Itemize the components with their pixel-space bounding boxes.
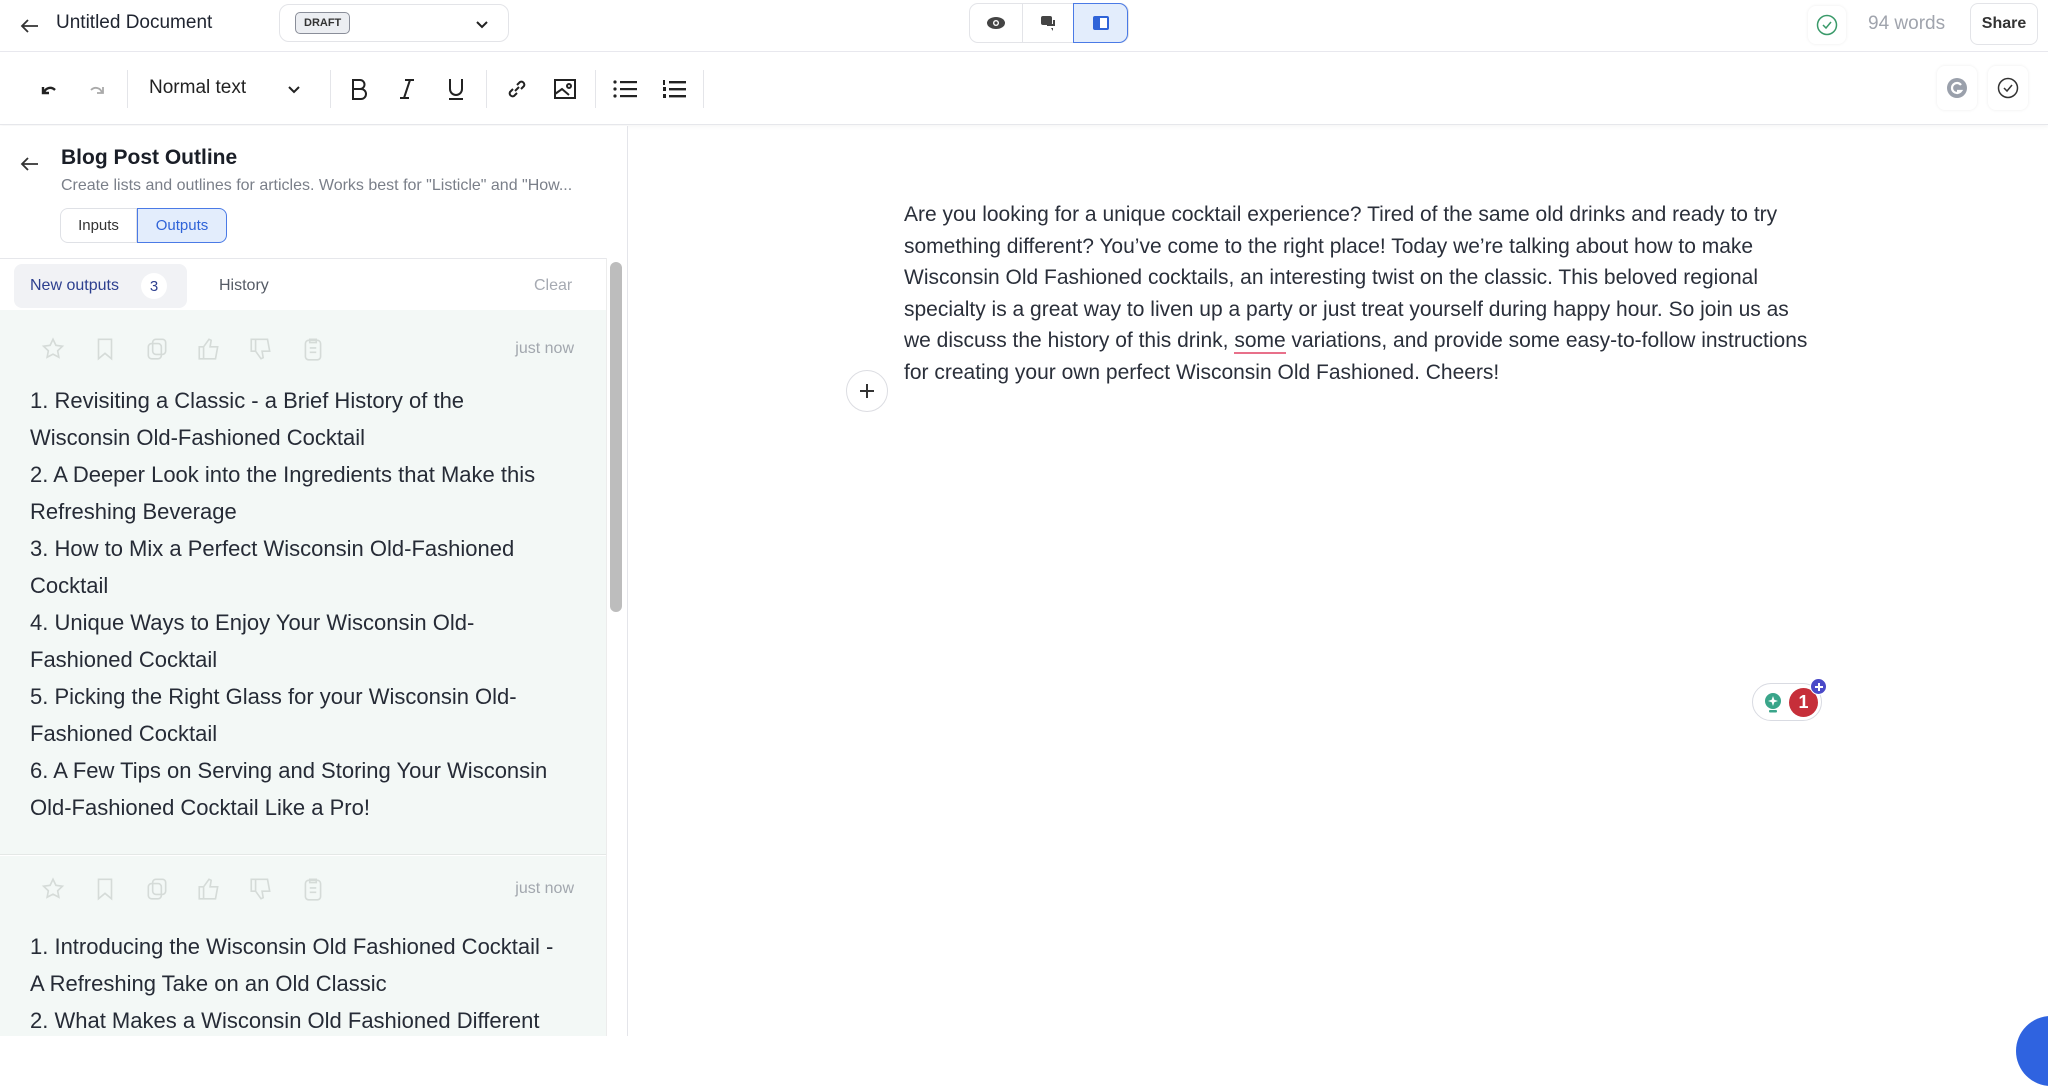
list-item: 2. A Deeper Look into the Ingredients th… [30, 462, 536, 524]
output-card: just now 1. Introducing the Wisconsin Ol… [0, 856, 606, 1036]
check-circle-icon [1997, 77, 2019, 99]
panel-back-button[interactable] [14, 148, 46, 180]
bullet-list-icon [613, 80, 637, 98]
copy-icon[interactable] [144, 876, 172, 904]
preview-button[interactable] [970, 4, 1022, 42]
output-actions [40, 876, 328, 904]
writing-assistant-widget[interactable]: 1 [1752, 678, 1827, 721]
copy-icon[interactable] [144, 336, 172, 364]
star-icon[interactable] [40, 336, 68, 364]
scrollbar-thumb[interactable] [610, 262, 622, 612]
status-select[interactable]: DRAFT [279, 4, 509, 42]
word-count: 94 words [1868, 13, 1946, 34]
redo-button[interactable] [82, 74, 112, 104]
back-button[interactable] [14, 12, 46, 40]
list-item: 2. What Makes a Wisconsin Old Fashioned … [30, 1008, 540, 1033]
new-outputs-label: New outputs [30, 277, 119, 294]
grammarly-button[interactable] [1937, 66, 1977, 110]
chevron-down-icon [476, 21, 488, 29]
panel-description: Create lists and outlines for articles. … [61, 177, 573, 194]
new-outputs-count: 3 [141, 273, 167, 299]
link-button[interactable] [500, 72, 534, 106]
list-item: 1. Introducing the Wisconsin Old Fashion… [30, 934, 554, 996]
lightbulb-icon [1765, 693, 1781, 713]
bold-icon [352, 79, 367, 100]
tab-inputs[interactable]: Inputs [60, 208, 137, 243]
output-actions [40, 336, 328, 364]
list-item: 4. Unique Ways to Enjoy Your Wisconsin O… [30, 610, 475, 672]
text-style-select[interactable]: Normal text [140, 70, 320, 108]
tool-panel: Blog Post Outline Create lists and outli… [0, 126, 628, 1036]
comments-icon [1040, 16, 1055, 31]
panel-title: Blog Post Outline [61, 146, 238, 169]
flagged-word[interactable]: some [1234, 329, 1286, 355]
grammarly-icon [1947, 78, 1967, 98]
list-item: 6. A Few Tips on Serving and Storing You… [30, 758, 548, 820]
undo-icon [41, 86, 56, 95]
numbered-list-button[interactable] [657, 72, 691, 106]
thumbs-up-icon[interactable] [196, 336, 224, 364]
star-icon[interactable] [40, 876, 68, 904]
clear-button[interactable]: Clear [534, 277, 572, 295]
clipboard-icon[interactable] [300, 336, 328, 364]
arrow-left-icon [20, 19, 38, 33]
document-body[interactable]: Are you looking for a unique cocktail ex… [904, 199, 1809, 389]
link-icon [508, 80, 526, 98]
chevron-down-icon [288, 86, 300, 94]
list-item: 5. Picking the Right Glass for your Wisc… [30, 684, 517, 746]
plus-icon [860, 384, 874, 398]
check-circle-icon [1816, 14, 1838, 36]
status-badge: DRAFT [295, 12, 351, 34]
sidebar-icon [1092, 16, 1109, 30]
output-list: 1. Introducing the Wisconsin Old Fashion… [0, 928, 560, 1036]
side-panel-button[interactable] [1073, 3, 1128, 43]
undo-button[interactable] [34, 74, 64, 104]
thumbs-down-icon[interactable] [248, 876, 276, 904]
italic-button[interactable] [390, 72, 424, 106]
thumbs-down-icon[interactable] [248, 336, 276, 364]
thumbs-up-icon[interactable] [196, 876, 224, 904]
output-list: 1. Revisiting a Classic - a Brief Histor… [0, 382, 560, 826]
underline-icon [449, 79, 463, 100]
view-mode-switch [969, 3, 1129, 43]
saved-status-button[interactable] [1808, 6, 1846, 44]
numbered-list-icon [663, 80, 686, 98]
check-button[interactable] [1988, 66, 2028, 110]
text-style-value: Normal text [149, 77, 247, 98]
italic-icon [400, 79, 414, 99]
output-card: just now 1. Revisiting a Classic - a Bri… [0, 310, 606, 855]
bookmark-icon[interactable] [92, 876, 120, 904]
list-item: 3. How to Mix a Perfect Wisconsin Old-Fa… [30, 536, 515, 598]
redo-icon [90, 86, 104, 94]
add-block-button[interactable] [846, 370, 888, 412]
comments-button[interactable] [1022, 4, 1074, 42]
image-icon [554, 79, 576, 99]
insert-image-button[interactable] [548, 72, 582, 106]
share-button[interactable]: Share [1970, 3, 2038, 45]
eye-icon [987, 17, 1005, 29]
top-bar: Untitled Document DRAFT 94 words Share [0, 0, 2048, 52]
bookmark-icon[interactable] [92, 336, 120, 364]
panel-tabs: Inputs Outputs [60, 208, 227, 243]
clipboard-icon[interactable] [300, 876, 328, 904]
bullet-list-button[interactable] [608, 72, 642, 106]
list-item: 1. Revisiting a Classic - a Brief Histor… [30, 388, 465, 450]
plus-badge [1810, 678, 1827, 695]
arrow-left-icon [20, 157, 38, 171]
tab-outputs[interactable]: Outputs [137, 208, 227, 243]
plus-icon [1814, 682, 1823, 691]
scrollbar-track [606, 258, 607, 1036]
tab-new-outputs[interactable]: New outputs 3 [14, 264, 187, 308]
output-timestamp: just now [515, 880, 574, 897]
help-button[interactable] [2016, 1016, 2048, 1086]
underline-button[interactable] [439, 72, 473, 106]
bold-button[interactable] [342, 72, 376, 106]
document-title[interactable]: Untitled Document [56, 12, 212, 34]
output-timestamp: just now [515, 340, 574, 357]
divider [0, 258, 606, 259]
tab-history[interactable]: History [219, 277, 269, 295]
